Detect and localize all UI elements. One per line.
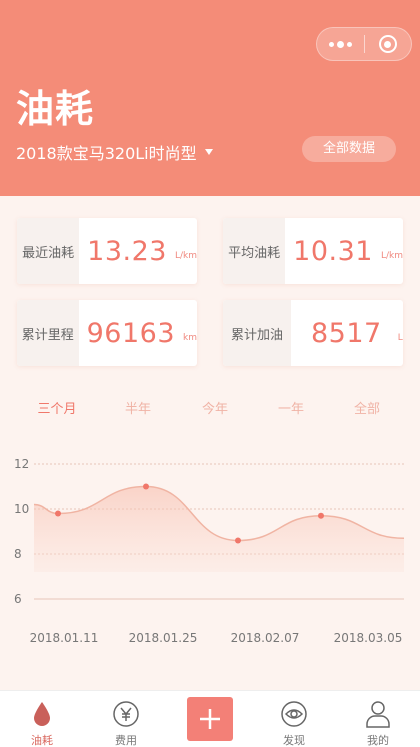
tab-one-year[interactable]: 一年: [278, 398, 304, 417]
x-tick-label: 2018.01.25: [129, 631, 198, 645]
stat-value: 13.23: [87, 235, 167, 267]
stat-value: 8517: [311, 317, 382, 349]
car-selector-label: 2018款宝马320Li时尚型: [16, 144, 197, 163]
tab-this-year[interactable]: 今年: [202, 398, 228, 417]
fuel-consumption-chart: 6 8 10 12 2018.01.11 2018.01.25 2018.02.07 2018…: [14, 457, 405, 645]
y-tick-label: 8: [14, 547, 22, 561]
tab-all[interactable]: 全部: [354, 398, 380, 417]
dropdown-arrow-icon: [204, 149, 213, 155]
drop-icon: [31, 700, 53, 728]
x-tick-label: 2018.02.07: [231, 631, 300, 645]
area-fill: [34, 486, 404, 572]
data-point[interactable]: [235, 537, 241, 544]
y-tick-label: 10: [14, 502, 29, 516]
nav-fuel[interactable]: 油耗: [0, 691, 84, 747]
person-icon: [365, 700, 391, 728]
car-selector[interactable]: 2018款宝马320Li时尚型: [16, 140, 213, 164]
stat-unit: km: [183, 333, 197, 343]
nav-label: 油耗: [31, 734, 53, 747]
stat-card-average: 平均油耗 10.31 L/km: [223, 218, 403, 284]
nav-label: 费用: [115, 734, 137, 747]
all-data-button[interactable]: 全部数据: [302, 136, 396, 162]
tab-half-year[interactable]: 半年: [125, 398, 151, 417]
more-dots-icon: [328, 40, 352, 48]
plus-icon: [200, 709, 220, 729]
stat-label: 累计里程: [17, 300, 79, 366]
stat-unit: L/km: [174, 251, 197, 261]
range-tabs: 三个月 半年 今年 一年 全部: [0, 398, 420, 422]
close-program-button[interactable]: [364, 27, 411, 61]
nav-expense[interactable]: 费用: [84, 691, 168, 747]
data-point[interactable]: [318, 512, 324, 519]
more-menu-button[interactable]: [317, 27, 364, 61]
stat-label: 最近油耗: [17, 218, 80, 284]
mini-program-capsule: [316, 27, 412, 61]
stat-unit: L/km: [380, 251, 403, 261]
nav-label: 我的: [367, 734, 389, 747]
header: 油耗 2018款宝马320Li时尚型 全部数据: [0, 0, 420, 196]
target-icon: [378, 35, 397, 53]
y-tick-label: 6: [14, 592, 22, 606]
data-point[interactable]: [143, 483, 149, 490]
stat-card-mileage: 累计里程 96163 km: [17, 300, 197, 366]
stat-unit: L: [397, 333, 403, 343]
x-tick-label: 2018.03.05: [334, 631, 403, 645]
stat-label: 累计加油: [223, 300, 291, 366]
data-point[interactable]: [55, 510, 61, 517]
stat-label: 平均油耗: [223, 218, 286, 284]
eye-icon: [280, 700, 308, 728]
add-record-button[interactable]: [187, 697, 233, 741]
nav-discover[interactable]: 发现: [252, 691, 336, 747]
tab-three-months[interactable]: 三个月: [37, 398, 76, 417]
y-tick-label: 12: [14, 457, 29, 471]
stat-card-recent: 最近油耗 13.23 L/km: [17, 218, 197, 284]
x-tick-label: 2018.01.11: [30, 631, 99, 645]
nav-profile[interactable]: 我的: [336, 691, 420, 747]
yen-icon: [112, 700, 140, 728]
page-title: 油耗: [16, 87, 95, 131]
nav-label: 发现: [283, 734, 305, 747]
stat-value: 10.31: [293, 235, 373, 267]
stat-value: 96163: [86, 317, 176, 349]
stat-card-fuel: 累计加油 8517 L: [223, 300, 403, 366]
